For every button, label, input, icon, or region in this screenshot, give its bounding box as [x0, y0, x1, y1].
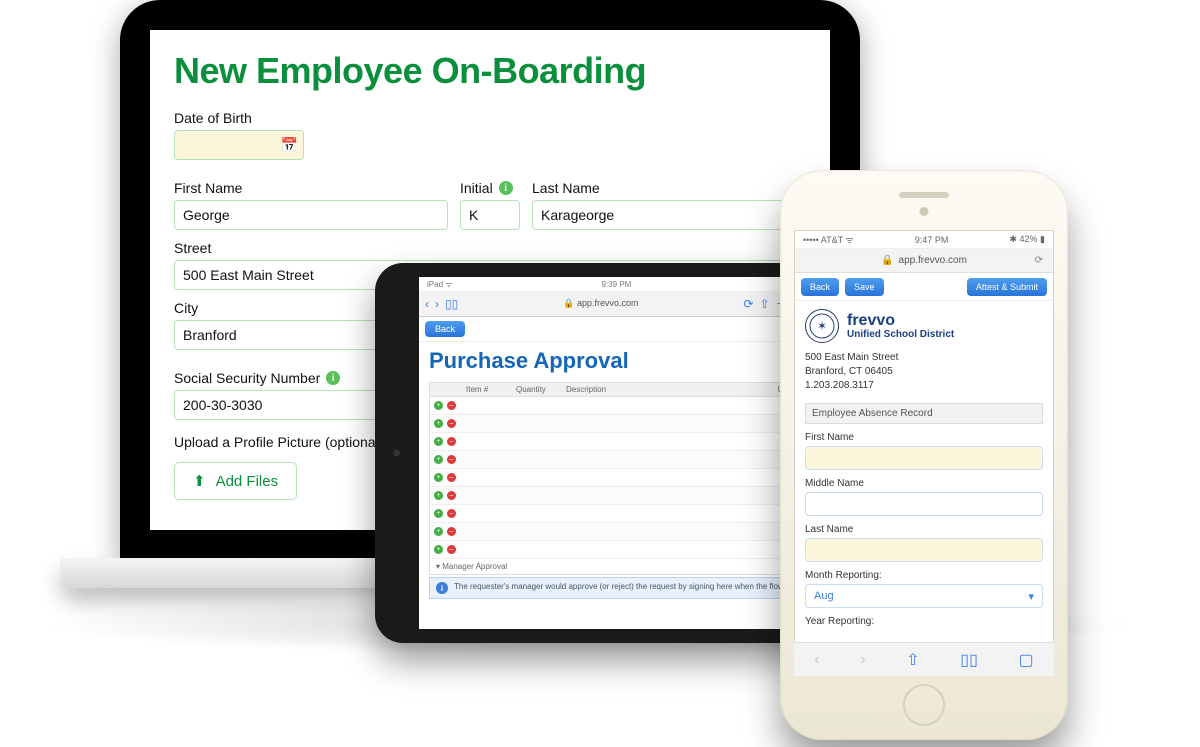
table-row[interactable]: +– — [430, 541, 800, 559]
remove-row-icon[interactable]: – — [447, 401, 456, 410]
initial-label: Initial i — [460, 180, 520, 196]
info-banner: i The requester's manager would approve … — [429, 577, 801, 599]
first-name-input[interactable] — [805, 446, 1043, 470]
remove-row-icon[interactable]: – — [447, 491, 456, 500]
table-row[interactable]: +– — [430, 505, 800, 523]
add-row-icon[interactable]: + — [434, 419, 443, 428]
share-icon[interactable]: ⇧ — [760, 297, 770, 311]
table-row[interactable]: +– — [430, 415, 800, 433]
month-label: Month Reporting: — [805, 570, 1043, 581]
first-name-label: First Name — [174, 180, 448, 196]
remove-row-icon[interactable]: – — [447, 473, 456, 482]
info-icon[interactable]: i — [326, 371, 340, 385]
remove-row-icon[interactable]: – — [447, 509, 456, 518]
street-label: Street — [174, 240, 806, 256]
manager-approval-section[interactable]: ▾ Manager Approval — [429, 559, 801, 575]
address-bar[interactable]: 🔒 app.frevvo.com — [464, 298, 737, 309]
last-name-input[interactable] — [532, 200, 806, 230]
forward-nav-icon[interactable]: › — [860, 651, 865, 669]
dob-label: Date of Birth — [174, 110, 806, 126]
iphone-device: ••••• AT&T ᯤ 9:47 PM ✱ 42% ▮ 🔒 app.frevv… — [780, 170, 1068, 740]
first-name-input[interactable] — [174, 200, 448, 230]
svg-text:✶: ✶ — [817, 319, 827, 333]
remove-row-icon[interactable]: – — [447, 527, 456, 536]
remove-row-icon[interactable]: – — [447, 437, 456, 446]
browser-toolbar: ‹ › ▯▯ 🔒 app.frevvo.com ⟳ ⇧ ＋ ▢ — [419, 291, 811, 317]
add-row-icon[interactable]: + — [434, 527, 443, 536]
remove-row-icon[interactable]: – — [447, 455, 456, 464]
last-name-input[interactable] — [805, 538, 1043, 562]
tabs-icon[interactable]: ▢ — [1019, 650, 1034, 670]
add-row-icon[interactable]: + — [434, 455, 443, 464]
org-name: frevvo — [847, 313, 954, 329]
chevron-down-icon: ▾ — [1028, 590, 1034, 603]
back-button[interactable]: Back — [801, 278, 839, 296]
year-label: Year Reporting: — [805, 616, 1043, 627]
initial-input[interactable] — [460, 200, 520, 230]
bookmarks-icon[interactable]: ▯▯ — [960, 650, 978, 670]
safari-toolbar: ‹ › ⇧ ▯▯ ▢ — [794, 642, 1054, 676]
table-row[interactable]: +– — [430, 451, 800, 469]
back-button[interactable]: Back — [425, 321, 465, 337]
remove-row-icon[interactable]: – — [447, 419, 456, 428]
page-title: Purchase Approval — [429, 348, 801, 374]
refresh-icon[interactable]: ⟳ — [1035, 255, 1043, 266]
org-subtitle: Unified School District — [847, 329, 954, 340]
status-bar: iPad ᯤ 9:39 PM 98% ▮ — [419, 277, 811, 291]
table-header: Item # Quantity Description Unit — [429, 382, 801, 397]
table-row[interactable]: +– — [430, 487, 800, 505]
status-bar: ••••• AT&T ᯤ 9:47 PM ✱ 42% ▮ — [795, 231, 1053, 249]
section-header: Employee Absence Record — [805, 403, 1043, 424]
add-row-icon[interactable]: + — [434, 437, 443, 446]
add-row-icon[interactable]: + — [434, 509, 443, 518]
month-select[interactable]: Aug ▾ — [805, 584, 1043, 608]
last-name-label: Last Name — [805, 524, 1043, 535]
save-button[interactable]: Save — [845, 278, 884, 296]
home-button[interactable] — [903, 684, 945, 726]
add-row-icon[interactable]: + — [434, 473, 443, 482]
book-icon[interactable]: ▯▯ — [445, 297, 458, 311]
upload-icon: ⬆ — [193, 472, 206, 490]
forward-nav-icon[interactable]: › — [435, 297, 439, 311]
back-nav-icon[interactable]: ‹ — [425, 297, 429, 311]
last-name-label: Last Name — [532, 180, 806, 196]
org-seal-icon: ✶ — [805, 309, 839, 343]
add-row-icon[interactable]: + — [434, 545, 443, 554]
middle-name-input[interactable] — [805, 492, 1043, 516]
table-row[interactable]: +– — [430, 469, 800, 487]
add-files-button[interactable]: ⬆ Add Files — [174, 462, 297, 500]
purchase-approval-form: iPad ᯤ 9:39 PM 98% ▮ ‹ › ▯▯ 🔒 app.frevvo… — [419, 277, 811, 629]
absence-record-form: ••••• AT&T ᯤ 9:47 PM ✱ 42% ▮ 🔒 app.frevv… — [794, 230, 1054, 676]
info-icon: i — [436, 582, 448, 594]
attest-submit-button[interactable]: Attest & Submit — [967, 278, 1047, 296]
share-icon[interactable]: ⇧ — [906, 650, 919, 670]
table-row[interactable]: +– — [430, 433, 800, 451]
back-nav-icon[interactable]: ‹ — [814, 651, 819, 669]
remove-row-icon[interactable]: – — [447, 545, 456, 554]
first-name-label: First Name — [805, 432, 1043, 443]
table-row[interactable]: +– — [430, 523, 800, 541]
lock-icon: 🔒 — [881, 255, 893, 266]
page-title: New Employee On-Boarding — [174, 50, 806, 92]
calendar-icon[interactable]: 📅 — [281, 137, 298, 154]
add-row-icon[interactable]: + — [434, 491, 443, 500]
middle-name-label: Middle Name — [805, 478, 1043, 489]
info-icon[interactable]: i — [499, 181, 513, 195]
add-row-icon[interactable]: + — [434, 401, 443, 410]
table-row[interactable]: +– — [430, 397, 800, 415]
address-bar[interactable]: 🔒 app.frevvo.com ⟳ — [795, 249, 1053, 273]
refresh-icon[interactable]: ⟳ — [744, 297, 754, 311]
org-address: 500 East Main Street Branford, CT 06405 … — [805, 351, 1043, 393]
